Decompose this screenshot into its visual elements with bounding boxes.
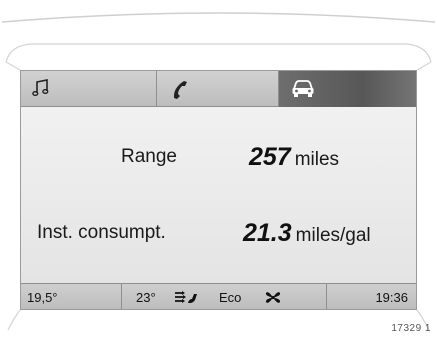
air-distribution-icon[interactable]: [174, 290, 198, 305]
phone-handset-icon: [173, 81, 187, 99]
range-label: Range: [121, 146, 177, 167]
outside-temperature: 19,5°: [21, 284, 122, 309]
consumption-value: 21.3: [243, 219, 292, 247]
climate-controls[interactable]: 23° Eco: [122, 284, 327, 309]
range-value-group: 257 miles: [249, 137, 339, 181]
tab-strip: [21, 71, 416, 107]
range-row: Range 257 miles: [21, 137, 416, 177]
tab-phone[interactable]: [157, 71, 279, 107]
status-bar: 19,5° 23° Eco 19:36: [21, 283, 416, 309]
trip-computer-display: Range 257 miles Inst. consumpt. 21.3 miles…: [21, 107, 416, 283]
range-unit: miles: [294, 149, 340, 170]
car-icon: [292, 80, 314, 97]
clock: 19:36: [375, 290, 408, 305]
consumption-unit: miles/gal: [295, 225, 371, 246]
eco-mode[interactable]: Eco: [219, 284, 241, 309]
range-value: 257: [249, 143, 291, 171]
set-temperature[interactable]: 23°: [136, 284, 156, 309]
consumption-row: Inst. consumpt. 21.3 miles/gal: [21, 213, 416, 253]
music-note-icon: [32, 79, 49, 96]
consumption-label: Inst. consumpt.: [37, 222, 166, 243]
infotainment-screen: Range 257 miles Inst. consumpt. 21.3 miles…: [20, 70, 417, 310]
consumption-value-group: 21.3 miles/gal: [243, 213, 371, 257]
tab-music[interactable]: [21, 71, 157, 107]
fan-icon[interactable]: [265, 290, 281, 305]
figure-reference-code: 17329 1: [391, 323, 431, 334]
tab-vehicle[interactable]: [279, 71, 416, 107]
